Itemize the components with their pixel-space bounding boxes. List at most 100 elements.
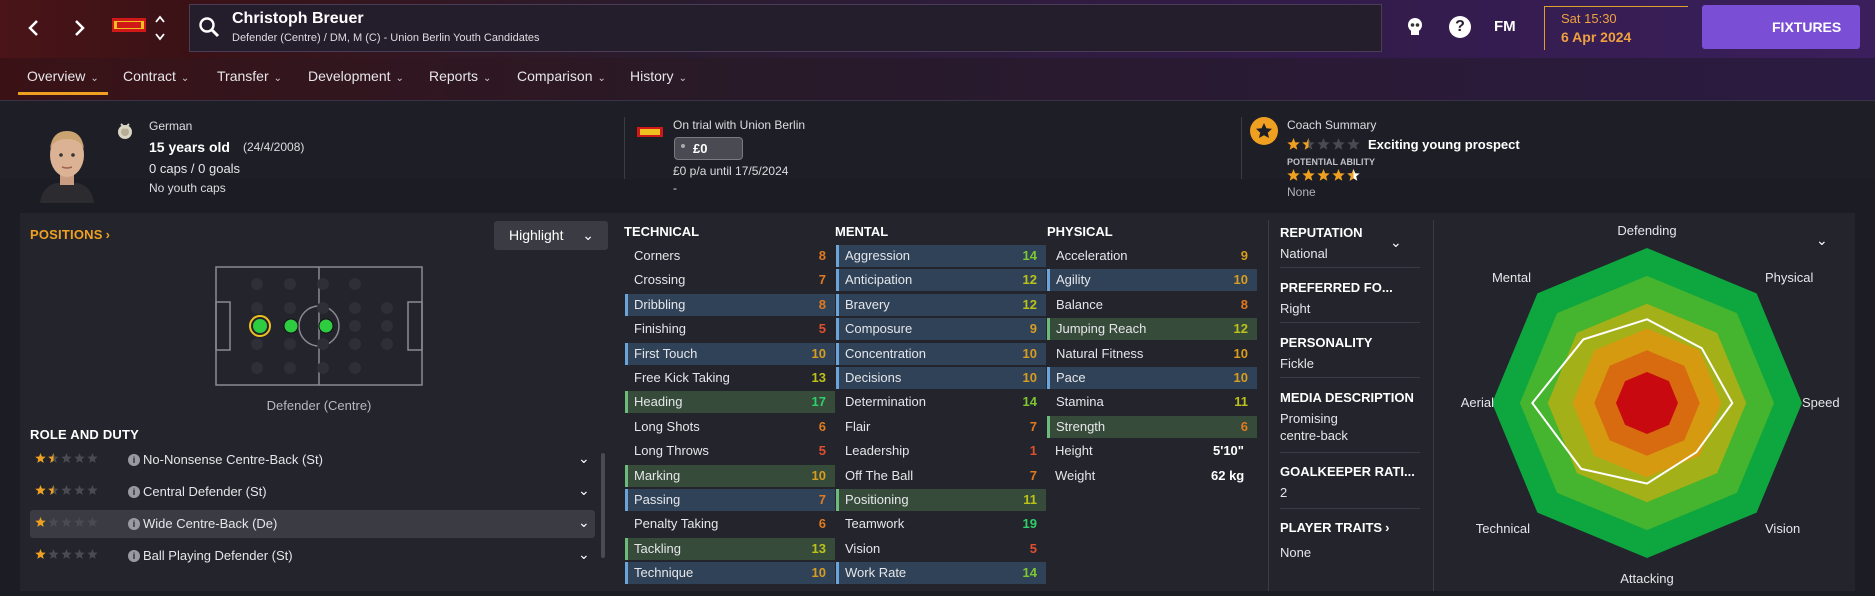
divider: [624, 117, 625, 179]
attribute-row-heading[interactable]: Heading 17: [625, 391, 835, 414]
attribute-row-leadership[interactable]: Leadership 1: [836, 440, 1046, 462]
radar-label: Vision: [1765, 521, 1800, 536]
role-row[interactable]: i Central Defender (St) ⌄: [30, 478, 595, 506]
divider: [1280, 508, 1420, 509]
attribute-row-penalty-taking[interactable]: Penalty Taking 6: [625, 513, 835, 535]
attribute-row-strength[interactable]: Strength 6: [1047, 415, 1257, 438]
attribute-row-acceleration[interactable]: Acceleration 9: [1047, 245, 1257, 267]
chevron-down-icon[interactable]: ⌄: [578, 476, 590, 504]
tab-contract[interactable]: Contract ⌄: [123, 68, 189, 84]
attribute-name: Off The Ball: [845, 467, 914, 483]
attribute-row-natural-fitness[interactable]: Natural Fitness 10: [1047, 343, 1257, 365]
height-label: Height: [1055, 443, 1093, 458]
attribute-row-off-the-ball[interactable]: Off The Ball 7: [836, 465, 1046, 487]
highlight-dropdown[interactable]: Highlight ⌄: [494, 221, 608, 250]
attribute-value: 14: [1022, 565, 1037, 581]
attribute-row-bravery[interactable]: Bravery 12: [836, 293, 1046, 316]
contract-wage: £0 p/a until 17/5/2024: [673, 164, 789, 178]
tab-reports[interactable]: Reports ⌄: [429, 68, 491, 84]
radar-label: Mental: [1492, 270, 1531, 285]
roles-scrollbar[interactable]: [601, 453, 605, 558]
attribute-row-positioning[interactable]: Positioning 11: [836, 489, 1046, 511]
role-row[interactable]: i No-Nonsense Centre-Back (St) ⌄: [30, 446, 595, 474]
attribute-row-passing[interactable]: Passing 7: [625, 489, 835, 511]
attribute-row-free-kick-taking[interactable]: Free Kick Taking 13: [625, 367, 835, 389]
info-icon[interactable]: i: [128, 550, 140, 562]
positions-title[interactable]: POSITIONS ›: [30, 227, 110, 242]
fixtures-label: FIXTURES: [1772, 19, 1842, 35]
chevron-right-icon: ›: [105, 227, 111, 242]
tab-history[interactable]: History ⌄: [630, 68, 687, 84]
attribute-row-composure[interactable]: Composure 9: [836, 318, 1046, 341]
chevron-down-icon[interactable]: ⌄: [1816, 232, 1828, 249]
attribute-row-concentration[interactable]: Concentration 10: [836, 342, 1046, 365]
attribute-row-marking[interactable]: Marking 10: [625, 464, 835, 487]
info-icon[interactable]: i: [128, 486, 140, 498]
player-traits-section[interactable]: PLAYER TRAITS › None: [1280, 520, 1420, 560]
attribute-row-determination[interactable]: Determination 14: [836, 391, 1046, 413]
attribute-row-vision[interactable]: Vision 5: [836, 538, 1046, 560]
attribute-row-work-rate[interactable]: Work Rate 14: [836, 562, 1046, 585]
attribute-row-anticipation[interactable]: Anticipation 12: [836, 269, 1046, 292]
attribute-row-jumping-reach[interactable]: Jumping Reach 12: [1047, 318, 1257, 341]
chevron-down-icon[interactable]: ⌄: [1390, 234, 1402, 251]
attribute-row-balance[interactable]: Balance 8: [1047, 294, 1257, 316]
attribute-value: 7: [818, 492, 826, 507]
fm-menu-button[interactable]: FM: [1494, 18, 1516, 35]
skull-icon[interactable]: [1404, 16, 1426, 38]
attribute-row-teamwork[interactable]: Teamwork 19: [836, 513, 1046, 535]
attribute-name: Crossing: [634, 272, 686, 288]
current-date: 6 Apr 2024: [1561, 29, 1632, 45]
help-icon[interactable]: ?: [1449, 16, 1471, 38]
attribute-name: Strength: [1056, 418, 1106, 434]
forward-arrow-icon[interactable]: [67, 14, 91, 42]
radar-label: Physical: [1765, 270, 1814, 285]
radar-label: Technical: [1476, 521, 1530, 536]
player-search-box[interactable]: [189, 4, 1382, 52]
attribute-row-long-shots[interactable]: Long Shots 6: [625, 416, 835, 438]
attribute-row-dribbling[interactable]: Dribbling 8: [625, 293, 835, 316]
attribute-row-agility[interactable]: Agility 10: [1047, 269, 1257, 292]
media-description-value-line1: Promising: [1280, 411, 1338, 426]
attribute-row-finishing[interactable]: Finishing 5: [625, 318, 835, 340]
attribute-row-decisions[interactable]: Decisions 10: [836, 367, 1046, 389]
height-value: 5'10": [1213, 443, 1244, 458]
chevron-down-icon[interactable]: ⌄: [578, 540, 590, 568]
club-switch-chevrons-icon[interactable]: [154, 12, 166, 44]
attribute-row-long-throws[interactable]: Long Throws 5: [625, 440, 835, 462]
attribute-row-stamina[interactable]: Stamina 11: [1047, 391, 1257, 413]
radar-ring: [1616, 372, 1678, 434]
tab-development[interactable]: Development ⌄: [308, 68, 404, 84]
attribute-name: Positioning: [845, 492, 909, 507]
role-row[interactable]: i Ball Playing Defender (St) ⌄: [30, 542, 595, 570]
tab-overview[interactable]: Overview ⌄: [27, 68, 99, 84]
attribute-row-crossing[interactable]: Crossing 7: [625, 269, 835, 291]
club-crest-icon[interactable]: [111, 14, 147, 38]
attribute-row-aggression[interactable]: Aggression 14: [836, 245, 1046, 267]
attribute-row-pace[interactable]: Pace 10: [1047, 367, 1257, 389]
info-icon[interactable]: i: [128, 518, 140, 530]
date-of-birth: (24/4/2008): [243, 140, 305, 154]
radar-label: Speed: [1802, 395, 1840, 410]
attribute-row-first-touch[interactable]: First Touch 10: [625, 342, 835, 365]
attribute-row-tackling[interactable]: Tackling 13: [625, 537, 835, 560]
search-icon[interactable]: [198, 16, 220, 38]
youth-caps: No youth caps: [149, 181, 226, 195]
attribute-row-technique[interactable]: Technique 10: [625, 562, 835, 585]
chevron-down-icon[interactable]: ⌄: [578, 508, 590, 536]
attribute-name: Agility: [1056, 272, 1091, 288]
back-arrow-icon[interactable]: [22, 14, 46, 42]
attribute-row-flair[interactable]: Flair 7: [836, 416, 1046, 438]
chevron-down-icon[interactable]: ⌄: [578, 444, 590, 472]
attribute-value: 10: [1233, 370, 1248, 385]
fixtures-button[interactable]: FIXTURES »: [1702, 5, 1860, 79]
role-row[interactable]: i Wide Centre-Back (De) ⌄: [30, 510, 595, 538]
active-tab-indicator: [18, 92, 108, 95]
attribute-name: Anticipation: [845, 272, 913, 288]
preferred-foot-label: PREFERRED FO...: [1280, 280, 1393, 295]
coach-star-icon[interactable]: [1250, 117, 1278, 145]
info-icon[interactable]: i: [128, 454, 140, 466]
attribute-row-corners[interactable]: Corners 8: [625, 245, 835, 267]
tab-comparison[interactable]: Comparison ⌄: [517, 68, 606, 84]
tab-transfer[interactable]: Transfer ⌄: [217, 68, 282, 84]
